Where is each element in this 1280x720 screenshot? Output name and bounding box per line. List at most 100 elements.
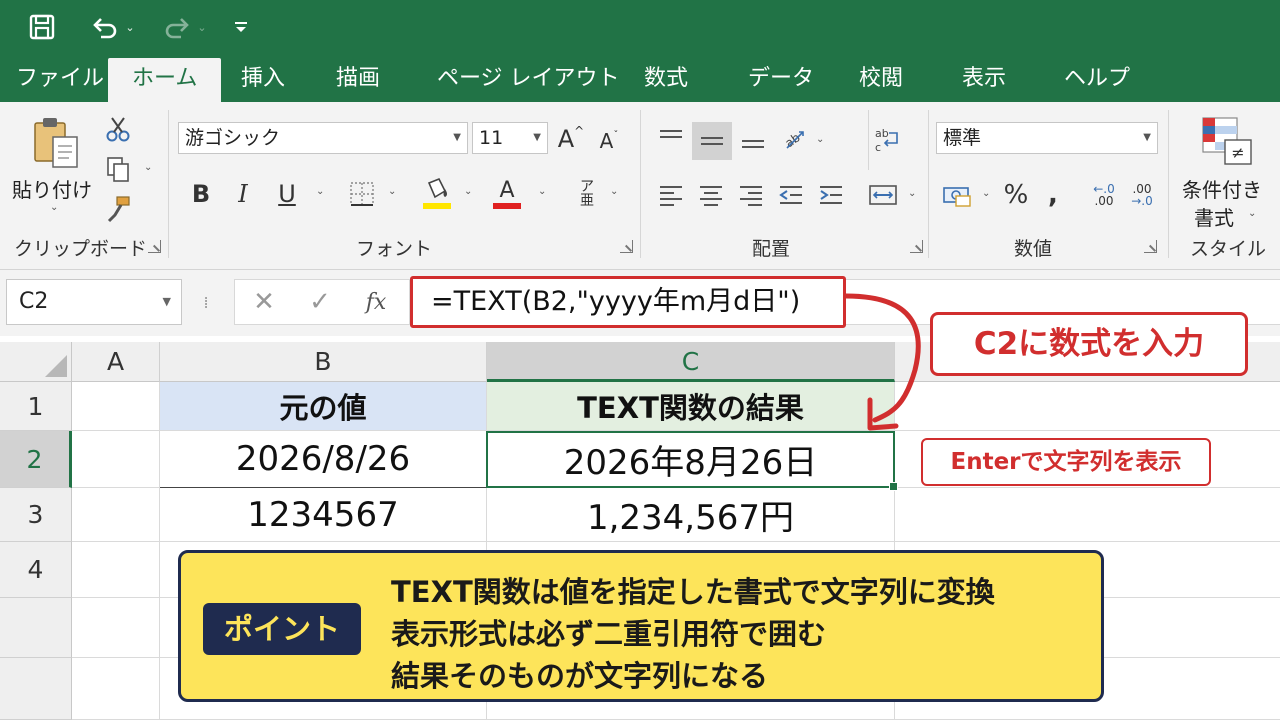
paste-icon[interactable] — [26, 114, 84, 172]
merge-dropdown-icon[interactable]: ⌄ — [908, 188, 916, 199]
select-all-corner[interactable] — [0, 342, 72, 382]
redo-dropdown-icon[interactable]: ⌄ — [197, 21, 206, 34]
borders-dropdown-icon[interactable]: ⌄ — [388, 186, 396, 197]
cell-a3[interactable] — [72, 488, 160, 542]
format-painter-icon[interactable] — [104, 194, 132, 224]
enter-check-icon[interactable]: ✓ — [305, 286, 335, 318]
column-header-b[interactable]: B — [160, 342, 487, 382]
font-size-dropdown-icon[interactable]: ▼ — [533, 123, 541, 153]
font-color-icon[interactable]: A — [490, 174, 524, 212]
tab-view[interactable]: 表示 — [962, 56, 1006, 102]
cell-c1[interactable]: TEXT関数の結果 — [487, 382, 895, 431]
copy-dropdown-icon[interactable]: ⌄ — [144, 162, 152, 173]
row-header-1[interactable]: 1 — [0, 382, 72, 431]
save-icon[interactable] — [22, 8, 62, 46]
undo-dropdown-icon[interactable]: ⌄ — [125, 21, 134, 34]
clipboard-launcher-icon[interactable] — [148, 240, 161, 253]
comma-style-icon[interactable]: , — [1042, 178, 1064, 212]
align-center-icon[interactable] — [696, 180, 726, 210]
tab-formulas[interactable]: 数式 — [644, 56, 688, 102]
cell-a4[interactable] — [72, 542, 160, 598]
tab-review[interactable]: 校閲 — [859, 56, 903, 102]
cell-a1[interactable] — [72, 382, 160, 431]
tab-page-layout[interactable]: ページ レイアウト — [437, 56, 620, 102]
number-format-combo[interactable]: 標準 ▼ — [936, 122, 1158, 154]
cell-d3[interactable] — [895, 488, 1280, 542]
tab-help[interactable]: ヘルプ — [1064, 56, 1130, 102]
alignment-launcher-icon[interactable] — [910, 240, 923, 253]
percent-style-icon[interactable]: % — [1000, 178, 1032, 212]
font-name-dropdown-icon[interactable]: ▼ — [453, 123, 461, 153]
tab-file[interactable]: ファイル — [16, 56, 104, 102]
number-format-dropdown-icon[interactable]: ▼ — [1143, 123, 1151, 153]
cell-a5[interactable] — [72, 598, 160, 658]
column-header-a[interactable]: A — [72, 342, 160, 382]
column-header-c[interactable]: C — [487, 342, 895, 382]
conditional-formatting-dropdown-icon[interactable]: ⌄ — [1248, 208, 1256, 219]
cell-c3[interactable]: 1,234,567円 — [487, 488, 895, 542]
row-header-3[interactable]: 3 — [0, 488, 72, 542]
cell-b2[interactable]: 2026/8/26 — [160, 431, 487, 488]
fill-color-icon[interactable] — [420, 174, 454, 212]
name-box[interactable]: C2 ▼ — [6, 279, 182, 325]
row-header-2[interactable]: 2 — [0, 431, 72, 488]
tab-data[interactable]: データ — [748, 56, 814, 102]
fill-handle[interactable] — [889, 482, 898, 491]
cancel-icon[interactable]: ✕ — [249, 286, 279, 318]
bold-icon[interactable]: B — [186, 176, 216, 212]
row-header-6[interactable] — [0, 658, 72, 720]
align-right-icon[interactable] — [736, 180, 766, 210]
cut-icon[interactable] — [104, 114, 132, 144]
undo-icon[interactable]: ⌄ — [84, 8, 140, 46]
paste-button[interactable]: 貼り付け — [12, 174, 92, 203]
cell-a6[interactable] — [72, 658, 160, 720]
orientation-dropdown-icon[interactable]: ⌄ — [816, 134, 824, 145]
increase-indent-icon[interactable] — [816, 180, 846, 210]
font-color-dropdown-icon[interactable]: ⌄ — [538, 186, 546, 197]
tab-insert[interactable]: 挿入 — [241, 56, 285, 102]
underline-icon[interactable]: U — [272, 176, 302, 212]
align-left-icon[interactable] — [656, 180, 686, 210]
accounting-format-icon[interactable] — [940, 180, 974, 210]
italic-icon[interactable]: I — [228, 176, 258, 212]
shrink-font-icon[interactable]: Aˇ — [594, 126, 624, 156]
paste-dropdown-icon[interactable]: ⌄ — [50, 202, 58, 213]
align-top-icon[interactable] — [656, 124, 686, 154]
cell-d1[interactable] — [895, 382, 1280, 431]
align-bottom-icon[interactable] — [738, 124, 768, 154]
accounting-dropdown-icon[interactable]: ⌄ — [982, 188, 990, 199]
merge-center-icon[interactable] — [866, 180, 900, 210]
customize-qat-icon[interactable] — [228, 8, 254, 46]
row-header-4[interactable]: 4 — [0, 542, 72, 598]
font-launcher-icon[interactable] — [620, 240, 633, 253]
formula-bar-grip-icon[interactable]: ⁞ — [198, 290, 214, 314]
row-header-5[interactable] — [0, 598, 72, 658]
decrease-decimal-icon[interactable]: .00 →.0 — [1126, 178, 1158, 212]
copy-icon[interactable] — [104, 154, 132, 184]
conditional-formatting-label-2[interactable]: 書式 — [1194, 202, 1234, 231]
cell-b3[interactable]: 1234567 — [160, 488, 487, 542]
increase-decimal-icon[interactable]: ←.0.00 — [1088, 178, 1120, 212]
phonetic-guide-icon[interactable]: ア亜 — [574, 176, 600, 212]
wrap-text-icon[interactable]: ab c — [872, 124, 902, 156]
name-box-dropdown-icon[interactable]: ▼ — [163, 280, 171, 324]
font-size-combo[interactable]: 11 ▼ — [472, 122, 548, 154]
decrease-indent-icon[interactable] — [776, 180, 806, 210]
conditional-formatting-icon[interactable]: ≠ — [1198, 116, 1256, 168]
cell-a2[interactable] — [72, 431, 160, 488]
tab-home[interactable]: ホーム — [108, 58, 222, 102]
align-middle-icon[interactable] — [692, 122, 732, 160]
font-name-combo[interactable]: 游ゴシック ▼ — [178, 122, 468, 154]
cell-b1[interactable]: 元の値 — [160, 382, 487, 431]
grow-font-icon[interactable]: A ^ — [556, 124, 586, 154]
fill-color-dropdown-icon[interactable]: ⌄ — [464, 186, 472, 197]
conditional-formatting-label-1[interactable]: 条件付き — [1182, 174, 1262, 203]
redo-icon[interactable]: ⌄ — [156, 8, 212, 46]
borders-icon[interactable] — [346, 178, 378, 210]
insert-function-icon[interactable]: fx — [361, 286, 391, 318]
number-launcher-icon[interactable] — [1144, 240, 1157, 253]
formula-input[interactable]: =TEXT(B2,"yyyy年m月d日") — [410, 276, 846, 328]
tab-draw[interactable]: 描画 — [336, 56, 380, 102]
underline-dropdown-icon[interactable]: ⌄ — [316, 186, 324, 197]
phonetic-dropdown-icon[interactable]: ⌄ — [610, 186, 618, 197]
